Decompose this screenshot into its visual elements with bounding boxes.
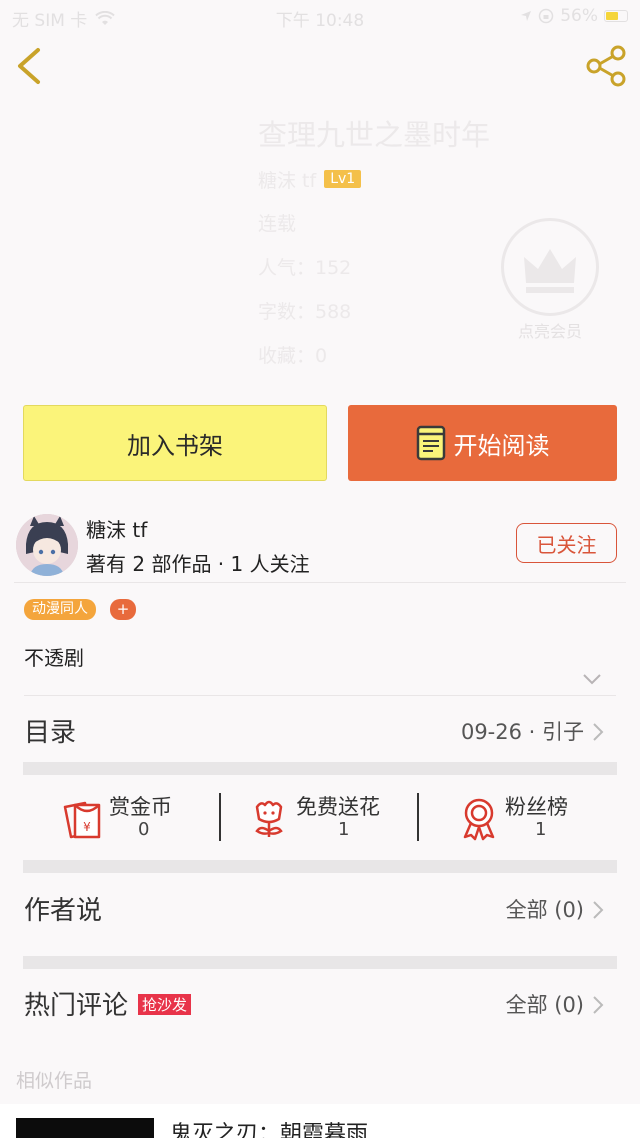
chevron-right-icon: [593, 996, 604, 1014]
book-word-count: 字数：588: [258, 301, 352, 323]
battery-percent: 56%: [560, 6, 598, 26]
stat-value: 1: [338, 819, 350, 840]
stat-value: 0: [138, 819, 150, 840]
vip-label: 点亮会员: [517, 322, 582, 341]
book-favorites: 收藏：0: [258, 345, 328, 367]
start-reading-label: 开始阅读: [453, 431, 550, 460]
vip-button[interactable]: 点亮会员: [500, 218, 600, 342]
comments-count: 全部 (0): [505, 993, 584, 1017]
book-author[interactable]: 糖沫 tf: [258, 166, 316, 193]
similar-works-title: 相似作品: [16, 1070, 93, 1092]
send-flowers[interactable]: 免费送花 1: [251, 785, 431, 849]
chevron-down-icon[interactable]: [582, 672, 602, 686]
similar-work-item[interactable]: 鬼灭之刃：朝霞暮雨: [0, 1104, 640, 1138]
status-bar: 无 SIM 卡 下午 10:48 56%: [0, 0, 640, 34]
category-tag[interactable]: 动漫同人: [24, 599, 96, 620]
author-says-row[interactable]: 作者说 全部 (0): [24, 880, 604, 936]
synopsis-text: 不透剧: [24, 646, 84, 670]
divider: [219, 793, 221, 841]
hot-comments-title: 热门评论: [24, 991, 129, 1021]
chevron-right-icon: [593, 723, 604, 741]
author-says-count: 全部 (0): [505, 898, 584, 922]
chevron-left-icon: [18, 48, 40, 84]
crown-icon: [501, 218, 599, 316]
medal-icon: [463, 798, 495, 841]
sofa-badge: 抢沙发: [138, 994, 192, 1015]
book-info: 查理九世之墨时年 糖沫 tf Lv1 连载 人气：152 字数：588 收藏：0: [258, 112, 490, 378]
author-stats: 著有 2 部作品 · 1 人关注: [86, 552, 310, 576]
avatar[interactable]: [16, 514, 78, 576]
divider: [24, 695, 616, 696]
red-envelope-icon: ¥: [63, 801, 101, 839]
reward-coins[interactable]: ¥ 赏金币 0: [61, 785, 211, 849]
book-title: 查理九世之墨时年: [258, 118, 491, 152]
stats-bar: ¥ 赏金币 0 免费送花 1 粉丝榜 1: [23, 785, 617, 849]
chevron-right-icon: [593, 901, 604, 919]
share-button[interactable]: [584, 44, 628, 88]
level-badge: Lv1: [324, 170, 362, 188]
book-author-line: 糖沫 tf Lv1: [258, 156, 490, 202]
stat-label: 赏金币: [109, 795, 172, 819]
book-icon: [416, 425, 445, 461]
share-icon: [586, 45, 626, 87]
lock-rotation-icon: [538, 8, 554, 24]
back-button[interactable]: [14, 46, 44, 86]
catalog-row[interactable]: 目录 09-26 · 引子: [24, 702, 604, 758]
author-name[interactable]: 糖沫 tf: [86, 514, 147, 543]
section-separator: [23, 762, 617, 775]
author-card[interactable]: 糖沫 tf 著有 2 部作品 · 1 人关注 已关注: [14, 510, 626, 580]
follow-button[interactable]: 已关注: [516, 523, 617, 563]
book-cover[interactable]: [16, 1118, 154, 1138]
author-says-label: 作者说: [24, 896, 103, 926]
stat-value: 1: [535, 819, 547, 840]
hot-comments-row[interactable]: 热门评论 抢沙发 全部 (0): [24, 975, 604, 1031]
location-icon: [521, 11, 532, 21]
book-popularity: 人气：152: [258, 257, 352, 279]
hot-comments-label: 热门评论 抢沙发: [24, 985, 192, 1022]
divider: [417, 793, 419, 841]
battery-icon: [604, 10, 628, 22]
similar-work-title: 鬼灭之刃：朝霞暮雨: [170, 1122, 369, 1138]
section-separator: [23, 956, 617, 969]
svg-text:¥: ¥: [83, 820, 91, 834]
add-to-shelf-label: 加入书架: [127, 431, 223, 460]
flower-icon: [255, 800, 283, 837]
stat-label: 粉丝榜: [505, 795, 568, 819]
add-tag-button[interactable]: +: [110, 599, 136, 620]
add-to-shelf-button[interactable]: 加入书架: [23, 405, 327, 481]
latest-chapter: 09-26 · 引子: [460, 720, 584, 744]
catalog-label: 目录: [24, 718, 77, 748]
section-separator: [23, 860, 617, 873]
book-status: 连载: [258, 213, 297, 235]
fan-ranking[interactable]: 粉丝榜 1: [461, 785, 601, 849]
stat-label: 免费送花: [296, 795, 380, 819]
start-reading-button[interactable]: 开始阅读: [348, 405, 617, 481]
divider: [14, 582, 626, 583]
follow-label: 已关注: [536, 532, 597, 557]
